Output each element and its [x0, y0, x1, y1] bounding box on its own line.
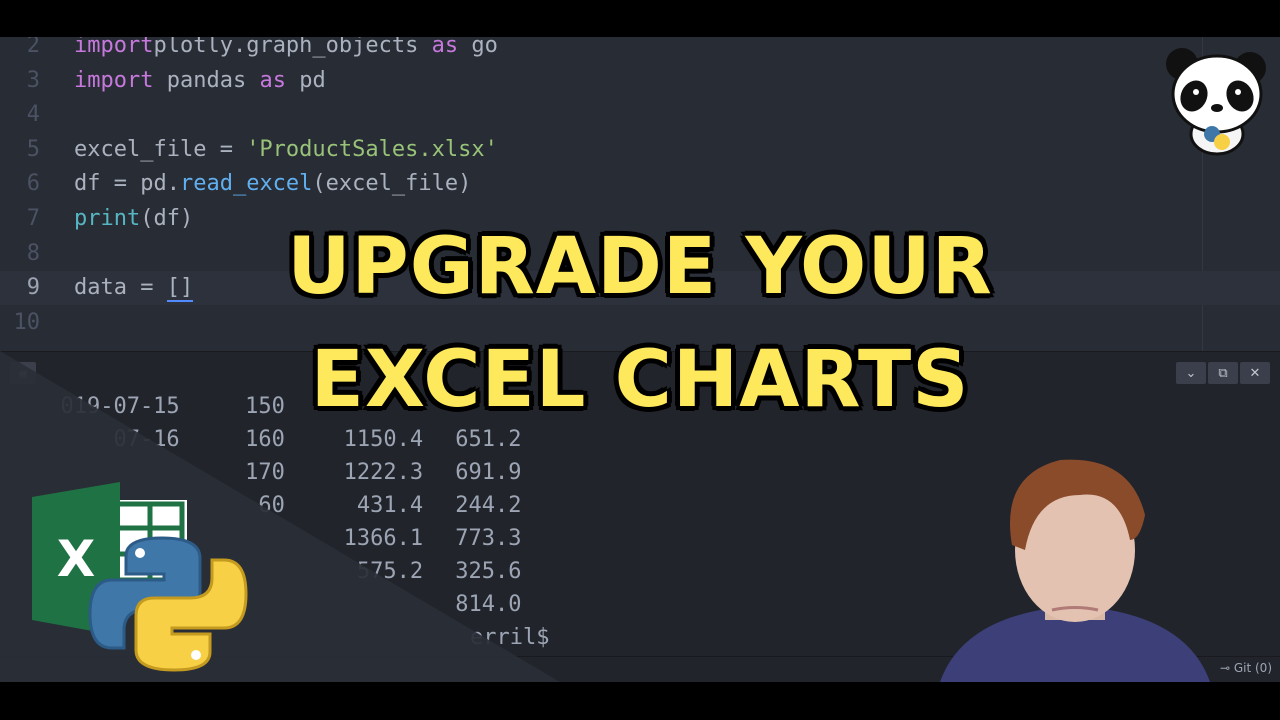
- line-number: 3: [26, 67, 40, 93]
- excel-python-logo: X: [32, 482, 248, 672]
- webcam-presenter: [940, 459, 1210, 682]
- line-number: 6: [26, 171, 40, 197]
- svg-text:X: X: [57, 530, 96, 588]
- code-token: plotly.graph_objects: [153, 37, 432, 58]
- terminal-cell-v2: 651.2: [455, 427, 522, 452]
- code-token: import: [74, 67, 154, 93]
- terminal-cell-v1: 575.2: [356, 559, 424, 584]
- code-text: df = pd.read_excel(excel_file): [74, 167, 471, 201]
- terminal-cell-v1: 1222.3: [343, 460, 424, 485]
- code-token: as: [431, 37, 459, 58]
- code-line[interactable]: 6 df = pd.read_excel(excel_file): [0, 167, 1280, 201]
- code-text: import pandas as pd: [74, 64, 326, 98]
- code-line[interactable]: 2 importplotly.graph_objects as go: [0, 37, 1280, 63]
- terminal-cell-v2: 244.2: [455, 493, 522, 518]
- code-token: go: [458, 37, 498, 58]
- git-icon: ⊸: [1219, 661, 1234, 675]
- code-line[interactable]: 3 import pandas as pd: [0, 64, 1280, 98]
- code-token: pd: [285, 67, 326, 93]
- code-token: import: [74, 37, 154, 58]
- terminal-cell-v1: 1150.4: [343, 427, 424, 452]
- line-number: 5: [26, 136, 40, 162]
- terminal-cell-v2: 814.0: [455, 592, 522, 617]
- code-token: pandas: [153, 67, 260, 93]
- terminal-cell-date: 07-16: [113, 427, 180, 452]
- git-status[interactable]: ⊸ Git (0): [1220, 661, 1272, 675]
- line-number: 2: [26, 37, 40, 58]
- thumbnail-title-line-2: EXCEL CHARTS: [310, 335, 970, 425]
- code-token: 'ProductSales.xlsx': [246, 136, 498, 162]
- code-token: excel_file =: [74, 136, 247, 162]
- terminal-cell-v1: 1366.1: [343, 526, 424, 551]
- code-token: (excel_file): [312, 171, 472, 197]
- code-line[interactable]: 5 excel_file = 'ProductSales.xlsx': [0, 133, 1280, 167]
- code-token: df = pd.: [74, 171, 180, 197]
- panda-logo: [1166, 48, 1266, 156]
- terminal-cell-v2: 691.9: [455, 460, 522, 485]
- code-line[interactable]: 4: [0, 98, 1280, 132]
- terminal-cell-v2: 773.3: [455, 526, 522, 551]
- terminal-cell-v2: 325.6: [455, 559, 522, 584]
- code-text: importplotly.graph_objects as go: [74, 37, 498, 63]
- terminal-cell-qty: 160: [245, 427, 285, 452]
- terminal-cell-v1: 431.4: [356, 493, 424, 518]
- thumbnail-title-line-1: UPGRADE YOUR: [287, 222, 993, 312]
- terminal-prompt: erril$: [470, 625, 550, 650]
- code-text: excel_file = 'ProductSales.xlsx': [74, 133, 498, 167]
- code-token: read_excel: [179, 171, 313, 197]
- line-number: 4: [26, 102, 40, 128]
- code-token: as: [259, 67, 286, 93]
